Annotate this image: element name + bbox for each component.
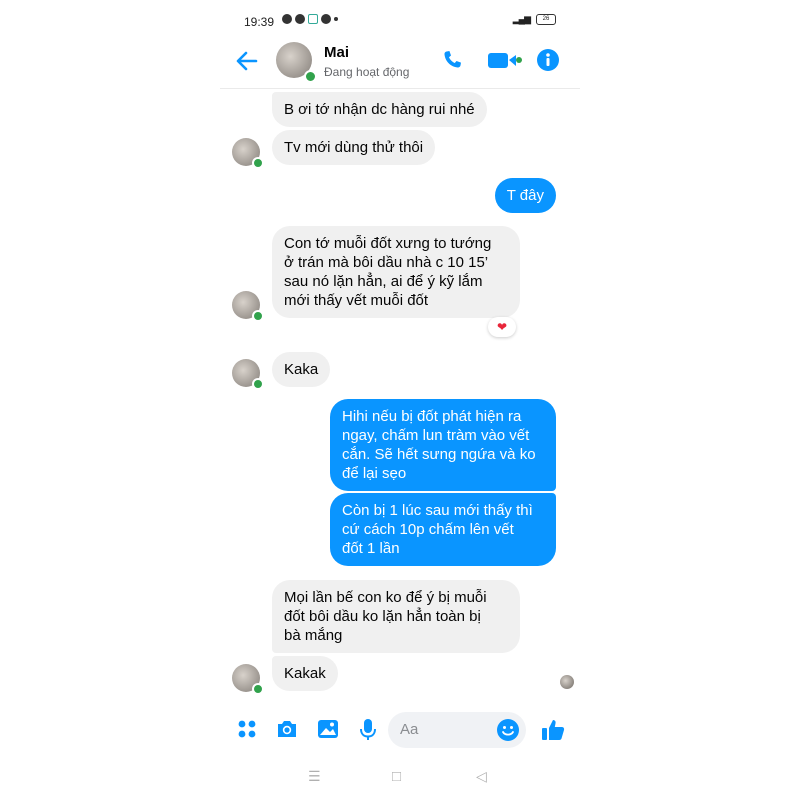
message-bubble-incoming[interactable]: B ơi tớ nhận dc hàng rui nhé [272, 92, 487, 127]
facebook-notification-icon [295, 14, 305, 24]
message-bubble-outgoing[interactable]: Hihi nếu bị đốt phát hiện ra ngay, chấm … [330, 399, 556, 491]
phone-call-icon[interactable] [440, 48, 464, 72]
system-navigation-bar: ☰ □ ◁ [220, 762, 580, 792]
online-indicator [252, 157, 264, 169]
online-indicator [252, 683, 264, 695]
chat-header: Mai Đang hoạt động [220, 36, 580, 89]
app-notification-icon [321, 14, 331, 24]
camera-icon[interactable] [275, 718, 299, 740]
battery-icon: 26 [536, 14, 556, 25]
message-input[interactable]: Aa [388, 712, 526, 748]
message-bubble-outgoing[interactable]: Còn bị 1 lúc sau mới thấy thì cứ cách 10… [330, 493, 556, 566]
message-bubble-outgoing[interactable]: T đây [494, 178, 556, 213]
message-bubble-incoming[interactable]: Kaka [272, 352, 331, 387]
message-list: B ơi tớ nhận dc hàng rui nhé Tv mới dùng… [220, 88, 580, 700]
message-input-placeholder: Aa [400, 721, 419, 738]
message-bubble-incoming[interactable]: Tv mới dùng thử thôi [272, 130, 436, 165]
status-bar: 19:39 ▂▄▆ 26 [220, 8, 580, 32]
message-bubble-incoming[interactable]: Kakak [272, 656, 338, 691]
message-composer: Aa [220, 706, 580, 754]
online-indicator [304, 70, 317, 83]
contact-name[interactable]: Mai [324, 44, 349, 61]
activity-status: Đang hoạt động [324, 65, 410, 79]
notification-icons [282, 14, 338, 24]
system-indicators: ▂▄▆ 26 [513, 14, 556, 25]
check-notification-icon [282, 14, 292, 24]
gallery-icon[interactable] [316, 718, 340, 740]
info-icon[interactable] [536, 48, 560, 72]
online-indicator [252, 310, 264, 322]
emoji-icon[interactable] [496, 718, 520, 742]
more-notifications-icon [334, 17, 338, 21]
message-bubble-incoming[interactable]: Mọi lần bế con ko để ý bị muỗi đốt bôi d… [272, 580, 520, 653]
messenger-notification-icon [308, 14, 318, 24]
message-bubble-incoming[interactable]: Con tớ muỗi đốt xưng to tướng ở trán mà … [272, 226, 520, 318]
thumbs-up-icon[interactable] [540, 718, 566, 742]
back-arrow-icon[interactable] [234, 48, 260, 74]
status-time: 19:39 [244, 15, 275, 29]
video-call-icon[interactable] [486, 48, 524, 72]
online-indicator [252, 378, 264, 390]
home-icon[interactable]: □ [392, 768, 401, 785]
recents-icon[interactable]: ☰ [308, 768, 321, 785]
menu-dots-icon[interactable] [236, 718, 258, 740]
seen-avatar-icon [560, 675, 574, 689]
microphone-icon[interactable] [358, 718, 378, 742]
messenger-screen: 19:39 ▂▄▆ 26 Mai Đang hoạt động B ơi tớ … [220, 0, 580, 800]
signal-icon: ▂▄▆ [512, 14, 531, 24]
back-icon[interactable]: ◁ [476, 768, 487, 785]
heart-reaction-icon[interactable]: ❤ [488, 317, 516, 337]
